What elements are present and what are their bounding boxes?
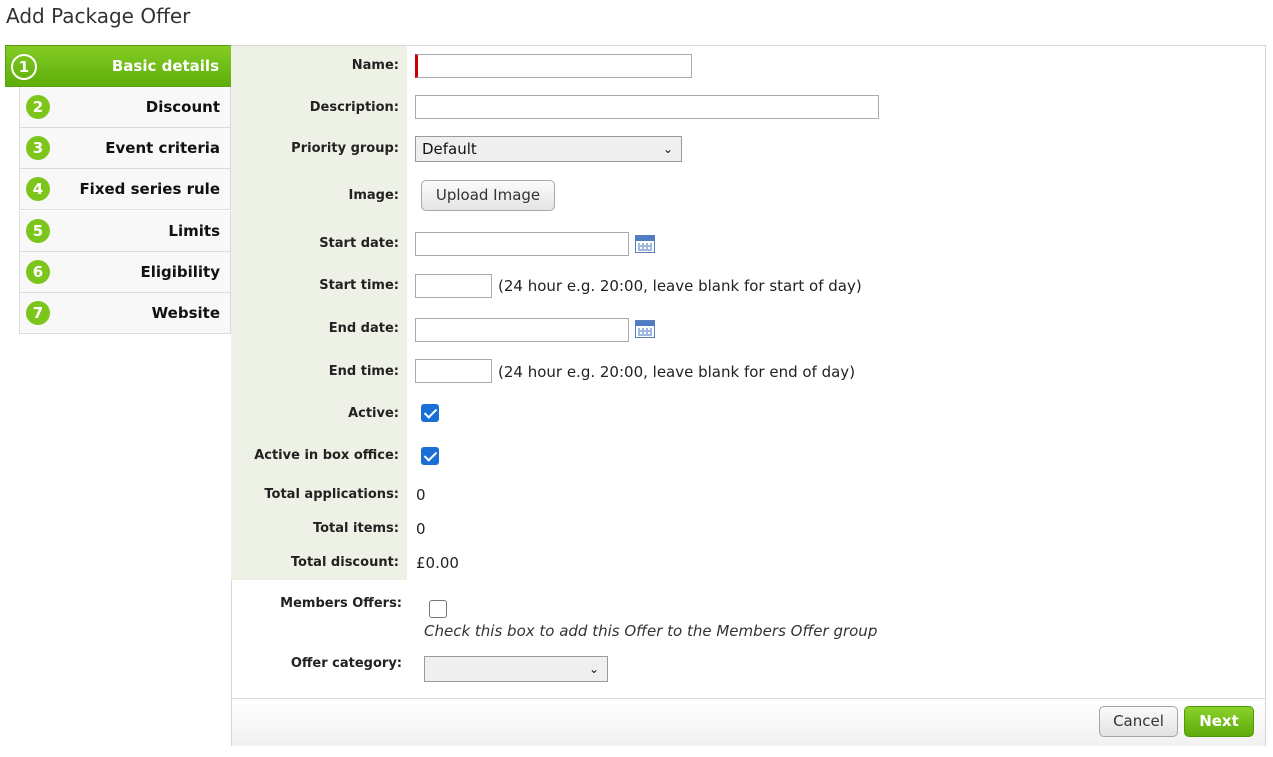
step-eligibility[interactable]: 6 Eligibility [19,252,231,293]
end-date-label: End date: [328,321,399,336]
active-box-office-checkbox[interactable] [421,447,439,465]
step-number: 6 [26,260,50,284]
priority-group-label: Priority group: [291,141,399,156]
step-number: 4 [26,177,50,201]
step-label: Eligibility [140,263,220,281]
total-discount-value: £0.00 [416,554,459,572]
end-time-field[interactable] [415,359,492,383]
end-time-label: End time: [328,364,399,379]
offer-category-select[interactable]: ⌄ [424,656,608,682]
chevron-down-icon: ⌄ [588,662,599,676]
image-label: Image: [348,188,399,203]
members-offers-checkbox[interactable] [429,600,447,618]
total-discount-label: Total discount: [290,555,399,570]
step-fixed-series-rule[interactable]: 4 Fixed series rule [19,169,231,210]
step-number: 2 [26,95,50,119]
end-time-hint: (24 hour e.g. 20:00, leave blank for end… [498,363,856,381]
calendar-icon[interactable] [635,320,655,338]
active-box-office-label: Active in box office: [254,448,399,463]
step-event-criteria[interactable]: 3 Event criteria [19,128,231,169]
total-items-value: 0 [416,520,426,538]
step-label: Fixed series rule [79,180,220,198]
name-field[interactable] [415,54,692,78]
start-date-label: Start date: [319,236,399,251]
description-label: Description: [309,100,399,115]
start-time-field[interactable] [415,274,492,298]
page-title: Add Package Offer [6,4,191,28]
start-time-label: Start time: [319,278,399,293]
step-label: Limits [168,222,220,240]
step-limits[interactable]: 5 Limits [19,211,231,252]
cancel-button[interactable]: Cancel [1099,706,1178,737]
step-number: 7 [26,301,50,325]
end-date-field[interactable] [415,318,629,342]
step-website[interactable]: 7 Website [19,293,231,334]
step-basic-details[interactable]: 1 Basic details [5,45,247,87]
total-items-label: Total items: [312,521,399,536]
step-number: 3 [26,136,50,160]
priority-group-value: Default [422,140,477,158]
upload-image-button[interactable]: Upload Image [421,180,555,211]
step-number: 1 [11,54,37,80]
step-discount[interactable]: 2 Discount [19,87,231,128]
active-checkbox[interactable] [421,404,439,422]
start-time-hint: (24 hour e.g. 20:00, leave blank for sta… [498,277,862,295]
members-offers-label: Members Offers: [280,596,402,611]
offer-category-label: Offer category: [290,656,402,671]
start-date-field[interactable] [415,232,629,256]
members-offers-note: Check this box to add this Offer to the … [424,622,878,640]
total-applications-value: 0 [416,486,426,504]
step-number: 5 [26,219,50,243]
step-label: Discount [145,98,220,116]
next-button[interactable]: Next [1184,706,1254,737]
calendar-icon[interactable] [635,235,655,253]
priority-group-select[interactable]: Default ⌄ [415,136,682,162]
step-label: Basic details [111,57,219,75]
description-field[interactable] [415,95,879,119]
step-label: Website [151,304,220,322]
name-label: Name: [351,58,399,73]
step-label: Event criteria [105,139,220,157]
total-applications-label: Total applications: [264,487,399,502]
active-label: Active: [348,406,399,421]
chevron-down-icon: ⌄ [662,142,673,156]
